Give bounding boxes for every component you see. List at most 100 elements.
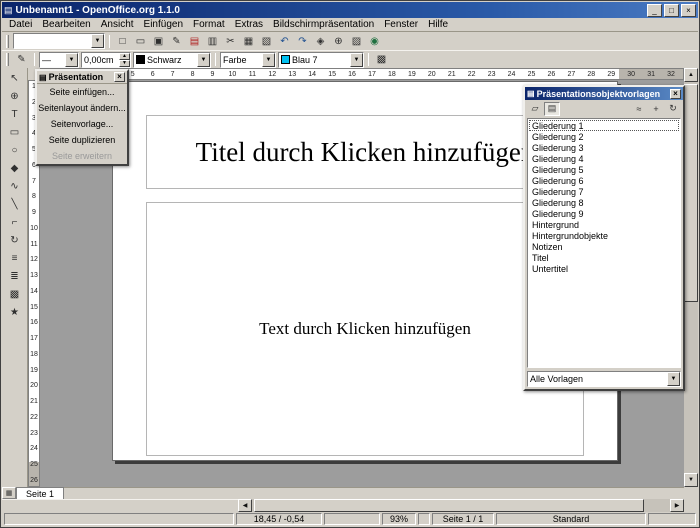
graphics-styles-icon[interactable]: ▱ — [527, 102, 543, 116]
vertical-scroll-thumb[interactable] — [684, 84, 698, 302]
maximize-icon[interactable]: □ — [664, 4, 679, 17]
toolbar-grip[interactable] — [6, 53, 9, 66]
menu-item[interactable]: Bearbeiten — [37, 19, 95, 30]
style-list-item[interactable]: Gliederung 9 — [529, 208, 679, 219]
menu-item[interactable]: Fenster — [379, 19, 423, 30]
style-list-item[interactable]: Notizen — [529, 241, 679, 252]
new-style-from-selection-icon[interactable]: + — [648, 102, 664, 116]
zoom-tool-icon[interactable]: ⊕ — [5, 88, 25, 105]
toolbox-command[interactable]: Seite erweitern — [37, 148, 127, 164]
status-page[interactable]: Seite 1 / 1 — [432, 513, 494, 525]
rectangle-tool-icon[interactable]: ▭ — [5, 124, 25, 141]
hyperlink-icon[interactable]: ◉ — [366, 33, 383, 49]
curve-tool-icon[interactable]: ∿ — [5, 178, 25, 195]
style-list-item[interactable]: Untertitel — [529, 263, 679, 274]
style-list-item[interactable]: Gliederung 7 — [529, 186, 679, 197]
dropdown-arrow-icon[interactable]: ▼ — [197, 53, 210, 67]
line-width-field[interactable]: 0,00cm ▲ ▼ — [81, 52, 131, 68]
scroll-up-icon[interactable]: ▲ — [684, 68, 698, 82]
dropdown-arrow-icon[interactable]: ▼ — [262, 53, 275, 67]
toolbar-grip[interactable] — [6, 35, 9, 48]
fill-type-combo[interactable]: Farbe ▼ — [220, 52, 276, 68]
alignment-tool-icon[interactable]: ≡ — [5, 250, 25, 267]
cut-icon[interactable]: ✂ — [222, 33, 239, 49]
paste-icon[interactable]: ▧ — [258, 33, 275, 49]
style-list-item[interactable]: Gliederung 2 — [529, 131, 679, 142]
menu-item[interactable]: Bildschirmpräsentation — [268, 19, 379, 30]
line-width-value[interactable]: 0,00cm — [82, 53, 119, 67]
close-icon[interactable]: × — [670, 89, 681, 99]
toolbox-command[interactable]: Seite einfügen... — [37, 84, 127, 100]
spin-up-icon[interactable]: ▲ — [119, 53, 130, 60]
arrow-style-combo[interactable]: — ▼ — [39, 52, 79, 68]
arrange-tool-icon[interactable]: ≣ — [5, 268, 25, 285]
status-page-style[interactable]: Standard — [496, 513, 646, 525]
style-list-item[interactable]: Gliederung 1 — [529, 120, 679, 131]
presentation-styles-icon[interactable]: ▤ — [544, 102, 560, 116]
titlebar[interactable]: ▤ Unbenannt1 - OpenOffice.org 1.1.0 _ □ … — [2, 2, 698, 18]
insert-tool-icon[interactable]: ▩ — [5, 286, 25, 303]
style-list-item[interactable]: Gliederung 5 — [529, 164, 679, 175]
redo-icon[interactable]: ↷ — [294, 33, 311, 49]
update-style-icon[interactable]: ↻ — [665, 102, 681, 116]
toolbox-command[interactable]: Seite duplizieren — [37, 132, 127, 148]
gallery-icon[interactable]: ▨ — [348, 33, 365, 49]
style-list-item[interactable]: Gliederung 4 — [529, 153, 679, 164]
print-icon[interactable]: ▥ — [204, 33, 221, 49]
menu-item[interactable]: Hilfe — [423, 19, 453, 30]
menu-item[interactable]: Einfügen — [139, 19, 188, 30]
undo-icon[interactable]: ↶ — [276, 33, 293, 49]
body-placeholder[interactable]: Text durch Klicken hinzufügen — [146, 202, 584, 456]
close-icon[interactable]: × — [114, 72, 125, 82]
open-document-icon[interactable]: ▭ — [132, 33, 149, 49]
presentation-toolbox-titlebar[interactable]: ▤ Präsentation × — [37, 71, 127, 84]
select-tool-icon[interactable]: ↖ — [5, 70, 25, 87]
scroll-down-icon[interactable]: ▼ — [684, 473, 698, 487]
spin-down-icon[interactable]: ▼ — [119, 60, 130, 67]
horizontal-scroll-thumb[interactable] — [254, 499, 644, 512]
dropdown-arrow-icon[interactable]: ▼ — [667, 372, 680, 386]
stylist-titlebar[interactable]: ▤ Präsentationsobjektvorlagen × — [525, 87, 683, 100]
style-list-item[interactable]: Hintergrundobjekte — [529, 230, 679, 241]
minimize-icon[interactable]: _ — [647, 4, 662, 17]
edit-points-icon[interactable]: ✎ — [13, 52, 30, 68]
menu-item[interactable]: Datei — [4, 19, 37, 30]
ellipse-tool-icon[interactable]: ○ — [5, 142, 25, 159]
style-list-item[interactable]: Gliederung 6 — [529, 175, 679, 186]
export-pdf-icon[interactable]: ▤ — [186, 33, 203, 49]
vertical-scroll-track[interactable] — [684, 82, 698, 473]
lines-arrows-tool-icon[interactable]: ╲ — [5, 196, 25, 213]
scroll-right-icon[interactable]: ▶ — [670, 499, 684, 512]
scroll-left-icon[interactable]: ◀ — [238, 499, 252, 512]
status-zoom[interactable]: 93% — [382, 513, 416, 525]
horizontal-scroll-track[interactable] — [252, 499, 670, 512]
rotate-tool-icon[interactable]: ↻ — [5, 232, 25, 249]
zoom-icon[interactable]: ⊕ — [330, 33, 347, 49]
line-color-combo[interactable]: Schwarz ▼ — [133, 52, 211, 68]
3d-objects-tool-icon[interactable]: ◆ — [5, 160, 25, 177]
edit-file-icon[interactable]: ✎ — [168, 33, 185, 49]
load-url-combo[interactable]: ▼ — [13, 33, 105, 49]
page-tab[interactable]: Seite 1 — [16, 487, 64, 499]
menu-item[interactable]: Ansicht — [96, 19, 139, 30]
tab-navigation-button[interactable]: ▦ — [2, 487, 16, 499]
style-list-item[interactable]: Gliederung 3 — [529, 142, 679, 153]
horizontal-ruler[interactable]: 1234567891011121314151617181920212223242… — [40, 68, 684, 80]
load-url-input[interactable] — [14, 34, 91, 48]
menu-item[interactable]: Format — [188, 19, 230, 30]
effects-tool-icon[interactable]: ★ — [5, 304, 25, 321]
save-document-icon[interactable]: ▣ — [150, 33, 167, 49]
dropdown-arrow-icon[interactable]: ▼ — [350, 53, 363, 67]
vertical-scrollbar[interactable]: ▲ ▼ — [684, 68, 698, 487]
toolbox-command[interactable]: Seitenlayout ändern... — [37, 100, 127, 116]
dropdown-arrow-icon[interactable]: ▼ — [91, 34, 104, 48]
copy-icon[interactable]: ▦ — [240, 33, 257, 49]
title-placeholder[interactable]: Titel durch Klicken hinzufügen — [146, 115, 584, 189]
new-document-icon[interactable]: □ — [114, 33, 131, 49]
menu-item[interactable]: Extras — [230, 19, 268, 30]
navigator-icon[interactable]: ◈ — [312, 33, 329, 49]
style-list-item[interactable]: Gliederung 8 — [529, 197, 679, 208]
fill-mode-icon[interactable]: ≈ — [631, 102, 647, 116]
style-list-item[interactable]: Titel — [529, 252, 679, 263]
connector-tool-icon[interactable]: ⌐ — [5, 214, 25, 231]
